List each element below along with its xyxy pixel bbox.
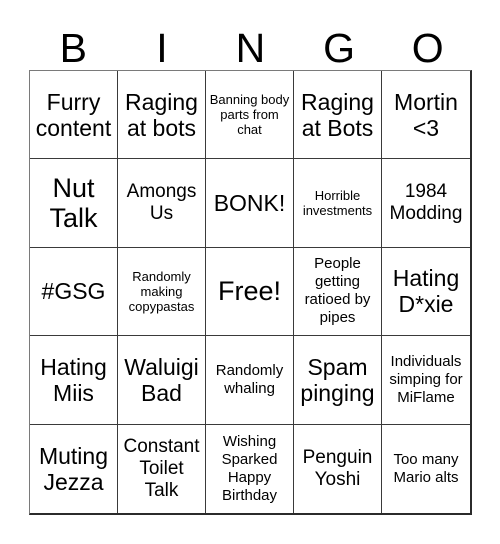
bingo-cell[interactable]: Muting Jezza <box>30 424 118 513</box>
bingo-grid: Furry content Raging at bots Banning body … <box>29 70 472 515</box>
bingo-cell[interactable]: Hating Miis <box>30 336 118 425</box>
bingo-header-letter-n: N <box>235 25 266 71</box>
bingo-cell-label: Waluigi Bad <box>124 353 199 406</box>
bingo-cell-label: Nut Talk <box>49 173 98 234</box>
bingo-header-letter-i: I <box>156 25 168 71</box>
bingo-cell[interactable]: Constant Toilet Talk <box>118 424 206 513</box>
bingo-cell-label: Too many Mario alts <box>393 450 459 486</box>
bingo-cell[interactable]: Banning body parts from chat <box>206 71 294 160</box>
bingo-cell-label: BONK! <box>213 190 286 217</box>
bingo-cell-label: Hating Miis <box>40 353 107 406</box>
bingo-cell-label: Banning body parts from chat <box>209 92 290 138</box>
bingo-cell-label: Raging at bots <box>125 88 198 141</box>
bingo-cell[interactable]: People getting ratioed by pipes <box>294 247 382 337</box>
bingo-cell[interactable]: Horrible investments <box>294 159 382 248</box>
bingo-cell[interactable]: Randomly making copypastas <box>118 247 206 337</box>
bingo-header-letter-o: O <box>411 25 444 71</box>
bingo-cell[interactable]: Raging at bots <box>118 71 206 160</box>
bingo-cell[interactable]: Individuals simping for MiFlame <box>382 336 470 425</box>
bingo-card: B I N G O Furry content Raging at bots Ban… <box>0 0 500 544</box>
bingo-cell[interactable]: 1984 Modding <box>382 159 470 248</box>
bingo-cell[interactable]: Wishing Sparked Happy Birthday <box>206 424 294 513</box>
bingo-cell-label: Randomly making copypastas <box>128 268 195 314</box>
bingo-cell-label: Furry content <box>35 88 112 141</box>
bingo-cell-label: Amongs Us <box>126 181 197 225</box>
bingo-cell-label: Raging at Bots <box>301 88 374 141</box>
bingo-cell-label: Muting Jezza <box>38 442 109 495</box>
bingo-cell-label: 1984 Modding <box>389 181 463 225</box>
bingo-cell[interactable]: Furry content <box>30 71 118 160</box>
bingo-cell[interactable]: Nut Talk <box>30 159 118 248</box>
bingo-cell[interactable]: Amongs Us <box>118 159 206 248</box>
bingo-header-letter-g: G <box>323 25 356 71</box>
bingo-cell-label: Free! <box>217 276 282 307</box>
bingo-cell[interactable]: #GSG <box>30 247 118 337</box>
bingo-cell-label: Wishing Sparked Happy Birthday <box>221 432 278 504</box>
bingo-cell-label: Spam pinging <box>300 353 375 406</box>
bingo-cell[interactable]: Too many Mario alts <box>382 424 470 513</box>
bingo-cell-label: Penguin Yoshi <box>302 446 373 490</box>
bingo-cell[interactable]: Hating D*xie <box>382 247 470 337</box>
bingo-cell-label: Mortin <3 <box>394 88 458 141</box>
bingo-cell[interactable]: Spam pinging <box>294 336 382 425</box>
bingo-cell[interactable]: Mortin <3 <box>382 71 470 160</box>
bingo-cell-label: Individuals simping for MiFlame <box>389 352 463 406</box>
bingo-header-letter-b: B <box>59 25 87 71</box>
bingo-cell-label: Randomly whaling <box>215 361 284 397</box>
bingo-cell[interactable]: Penguin Yoshi <box>294 424 382 513</box>
bingo-cell[interactable]: BONK! <box>206 159 294 248</box>
bingo-cell-label: Hating D*xie <box>392 265 460 318</box>
bingo-cell-label: Constant Toilet Talk <box>123 435 200 501</box>
bingo-cell-label: People getting ratioed by pipes <box>304 255 371 327</box>
bingo-cell[interactable]: Randomly whaling <box>206 336 294 425</box>
bingo-cell[interactable]: Free! <box>206 247 294 337</box>
bingo-cell[interactable]: Waluigi Bad <box>118 336 206 425</box>
bingo-cell-label: #GSG <box>41 278 106 305</box>
bingo-cell-label: Horrible investments <box>302 188 373 219</box>
bingo-header-row: B I N G O <box>29 18 472 70</box>
bingo-cell[interactable]: Raging at Bots <box>294 71 382 160</box>
